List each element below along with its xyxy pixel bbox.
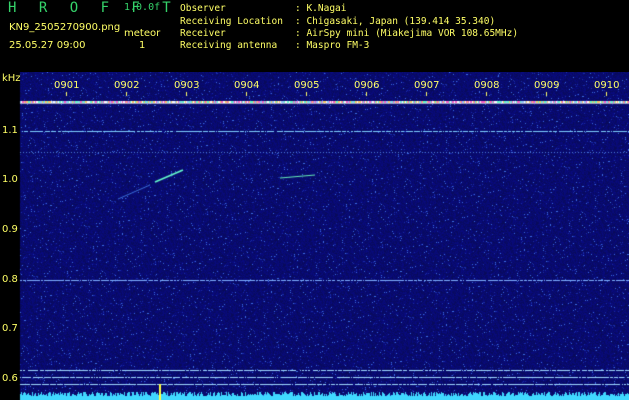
time-tick-label: 0904 bbox=[234, 80, 260, 91]
freq-tick-label: 1.0 bbox=[2, 174, 18, 185]
time-tick-label: 0902 bbox=[114, 80, 140, 91]
info-receiver: Receiver: AirSpy mini (Miakejima VOR 108… bbox=[180, 28, 519, 39]
time-tick-label: 0909 bbox=[534, 80, 560, 91]
time-tick-label: 0905 bbox=[294, 80, 320, 91]
time-tick-label: 0903 bbox=[174, 80, 200, 91]
time-tick-label: 0910 bbox=[594, 80, 620, 91]
datetime-label: 25.05.27 09:00 bbox=[9, 40, 86, 51]
filename-label: KN9_2505270900.png bbox=[9, 22, 121, 33]
info-antenna: Receiving antenna: Maspro FM-3 bbox=[180, 40, 370, 51]
time-tick-label: 0908 bbox=[474, 80, 500, 91]
freq-tick-label: 1.1 bbox=[2, 125, 18, 136]
unit-label: kHz bbox=[2, 73, 21, 84]
header: H R O F F T 1.0.0f KN9_2505270900.png me… bbox=[0, 0, 629, 72]
spectrogram-canvas bbox=[0, 72, 629, 400]
meteor-label: meteor bbox=[124, 28, 161, 39]
time-tick-label: 0907 bbox=[414, 80, 440, 91]
info-observer: Observer: K.Nagai bbox=[180, 3, 347, 14]
meteor-count: 1 bbox=[139, 40, 146, 51]
freq-tick-label: 0.6 bbox=[2, 373, 18, 384]
freq-tick-label: 0.9 bbox=[2, 224, 18, 235]
freq-tick-label: 0.7 bbox=[2, 323, 18, 334]
version-label: 1.0.0f bbox=[124, 2, 161, 13]
time-tick-label: 0906 bbox=[354, 80, 380, 91]
freq-tick-label: 0.8 bbox=[2, 274, 18, 285]
time-tick-label: 0901 bbox=[54, 80, 80, 91]
info-location: Receiving Location: Chigasaki, Japan (13… bbox=[180, 16, 496, 27]
